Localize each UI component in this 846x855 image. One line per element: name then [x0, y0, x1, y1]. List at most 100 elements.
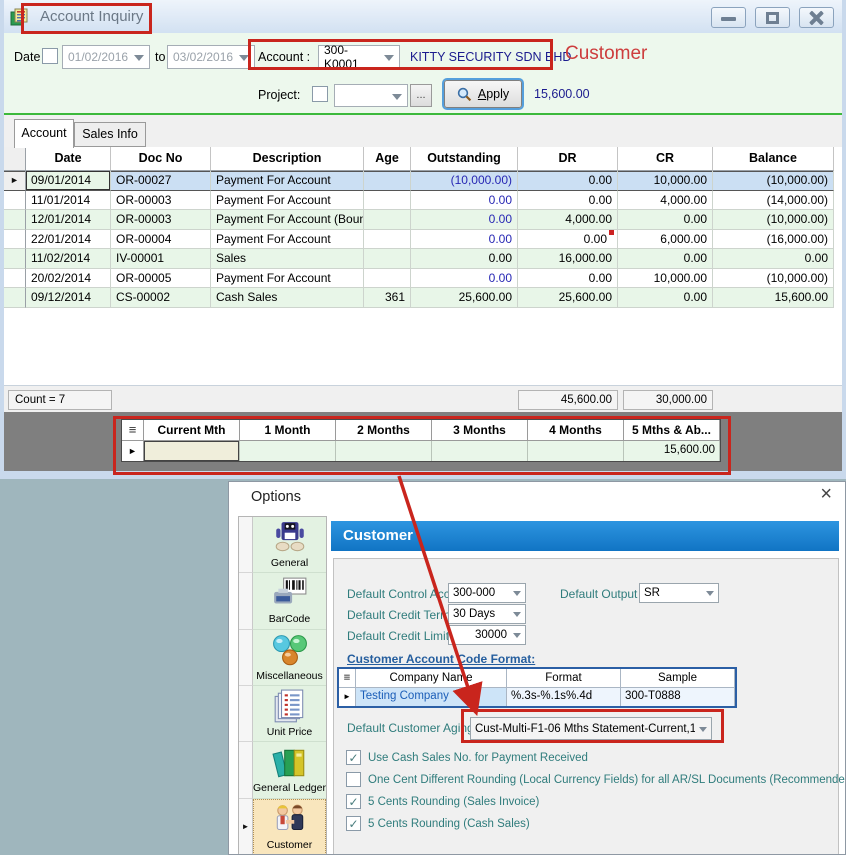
apply-button[interactable]: Apply: [444, 80, 522, 108]
outstanding-cell: 0.00: [411, 191, 518, 211]
table-row[interactable]: 22/01/2014OR-00004Payment For Account0.0…: [4, 230, 842, 250]
table-row[interactable]: 12/01/2014OR-00003Payment For Account (B…: [4, 210, 842, 230]
aging-value-cell[interactable]: 15,600.00: [624, 441, 720, 461]
row-indicator-icon: [4, 288, 26, 308]
checkbox-checked-icon[interactable]: ✓: [346, 816, 361, 831]
column-header-balance[interactable]: Balance: [713, 147, 834, 171]
date-cell: 11/02/2014: [26, 249, 111, 269]
sidebar-item-customer[interactable]: ►Customer: [239, 799, 326, 855]
sidebar-item-unit-price[interactable]: Unit Price: [239, 686, 326, 742]
project-checkbox[interactable]: [312, 86, 328, 102]
credit-limit-field[interactable]: 30000: [448, 625, 526, 645]
checkbox-label: Use Cash Sales No. for Payment Received: [368, 752, 588, 764]
aging-value-cell[interactable]: [240, 441, 336, 461]
docno-cell: OR-00005: [111, 269, 211, 289]
sidebar-item-label: General Ledger: [253, 782, 326, 794]
sidebar-item-barcode[interactable]: BarCode: [239, 573, 326, 629]
column-header-description[interactable]: Description: [211, 147, 364, 171]
date-to-combo[interactable]: 03/02/2016: [167, 45, 255, 69]
sidebar-item-indicator: [239, 517, 253, 573]
checkbox-checked-icon[interactable]: ✓: [346, 750, 361, 765]
date-checkbox[interactable]: [42, 48, 58, 64]
table-row[interactable]: 11/02/2014IV-00001Sales0.0016,000.000.00…: [4, 249, 842, 269]
age-cell: 361: [364, 288, 411, 308]
date-from-combo[interactable]: 01/02/2016: [62, 45, 150, 69]
cf-column-company-name: Company Name: [356, 669, 507, 688]
aging-value-cell[interactable]: [336, 441, 432, 461]
minimize-button[interactable]: [711, 7, 746, 28]
column-header-dr[interactable]: DR: [518, 147, 618, 171]
aging-value-cell[interactable]: [144, 441, 240, 461]
browse-button[interactable]: ...: [410, 84, 432, 107]
sidebar-item-general-ledger[interactable]: General Ledger: [239, 742, 326, 798]
checkbox-unchecked-icon[interactable]: [346, 772, 361, 787]
chevron-down-icon: [699, 727, 707, 732]
aging-value-cell[interactable]: [432, 441, 528, 461]
price-list-icon: [272, 689, 308, 725]
docno-cell: IV-00001: [111, 249, 211, 269]
balance-cell: (10,000.00): [713, 171, 834, 191]
total-cr: 30,000.00: [623, 390, 713, 410]
column-header-age[interactable]: Age: [364, 147, 411, 171]
table-row[interactable]: 11/01/2014OR-00003Payment For Account0.0…: [4, 191, 842, 211]
credit-terms-combo[interactable]: 30 Days: [448, 604, 526, 624]
chevron-down-icon: [513, 612, 521, 617]
table-row[interactable]: 09/12/2014CS-00002Cash Sales36125,600.00…: [4, 288, 842, 308]
cr-cell: 10,000.00: [618, 171, 713, 191]
options-sidebar: General BarCodeMiscellaneousUnit Price Gen…: [238, 516, 327, 855]
row-indicator-icon: [4, 230, 26, 250]
column-header-date[interactable]: Date: [26, 147, 111, 171]
dr-cell: 0.00: [518, 269, 618, 289]
dr-cell: 25,600.00: [518, 288, 618, 308]
dr-cell: 0.00: [518, 171, 618, 191]
grid-menu-icon[interactable]: ≡: [339, 669, 356, 688]
account-combo[interactable]: 300-K0001: [318, 45, 400, 69]
description-cell: Payment For Account (Bounc...: [211, 210, 364, 230]
cf-company-cell[interactable]: Testing Company: [356, 688, 507, 706]
aging-format-combo[interactable]: Cust-Multi-F1-06 Mths Statement-Current,…: [470, 717, 712, 740]
row-indicator-icon: [4, 269, 26, 289]
grid-menu-icon[interactable]: ≡: [122, 420, 144, 441]
outstanding-cell: 0.00: [411, 269, 518, 289]
output-tax-combo[interactable]: SR: [639, 583, 719, 603]
customer-people-icon: [272, 802, 308, 838]
outstanding-cell: 25,600.00: [411, 288, 518, 308]
dialog-close-icon[interactable]: ×: [820, 484, 832, 504]
checkbox-checked-icon[interactable]: ✓: [346, 794, 361, 809]
dr-cell: 0.00: [518, 191, 618, 211]
aging-column-5-mths-ab: 5 Mths & Ab...: [624, 420, 720, 441]
code-format-grid: ≡Company NameFormatSample ►Testing Compa…: [337, 667, 737, 708]
aging-bar: ≡Current Mth1 Month2 Months3 Months4 Mon…: [4, 412, 842, 471]
description-cell: Payment For Account: [211, 230, 364, 250]
checkbox-label: 5 Cents Rounding (Sales Invoice): [368, 796, 539, 808]
age-cell: [364, 171, 411, 191]
cr-cell: 10,000.00: [618, 269, 713, 289]
sidebar-item-label: Customer: [267, 839, 313, 851]
cf-format-cell[interactable]: %.3s-%.1s%.4d: [507, 688, 621, 706]
close-button[interactable]: [799, 7, 834, 28]
sidebar-item-label: General: [271, 557, 308, 569]
tab-account[interactable]: Account: [14, 119, 74, 148]
column-header-doc-no[interactable]: Doc No: [111, 147, 211, 171]
control-account-combo[interactable]: 300-000: [448, 583, 526, 603]
chevron-down-icon: [384, 55, 394, 61]
sidebar-item-miscellaneous[interactable]: Miscellaneous: [239, 630, 326, 686]
dr-cell: 0.00: [518, 230, 618, 250]
column-header-cr[interactable]: CR: [618, 147, 713, 171]
description-cell: Cash Sales: [211, 288, 364, 308]
table-row[interactable]: 20/02/2014OR-00005Payment For Account0.0…: [4, 269, 842, 289]
cf-sample-cell[interactable]: 300-T0888: [621, 688, 735, 706]
annotation-customer-text: Customer: [565, 43, 647, 65]
table-row[interactable]: ►09/01/2014OR-00027Payment For Account(1…: [4, 171, 842, 191]
sidebar-item-general[interactable]: General: [239, 517, 326, 573]
row-count: Count = 7: [8, 390, 112, 410]
column-header-outstanding[interactable]: Outstanding: [411, 147, 518, 171]
age-cell: [364, 249, 411, 269]
maximize-button[interactable]: [755, 7, 790, 28]
maximize-icon: [766, 12, 779, 24]
balance-cell: (16,000.00): [713, 230, 834, 250]
project-combo[interactable]: [334, 84, 408, 107]
chevron-down-icon: [706, 591, 714, 596]
tab-sales-info[interactable]: Sales Info: [74, 122, 146, 147]
aging-value-cell[interactable]: [528, 441, 624, 461]
